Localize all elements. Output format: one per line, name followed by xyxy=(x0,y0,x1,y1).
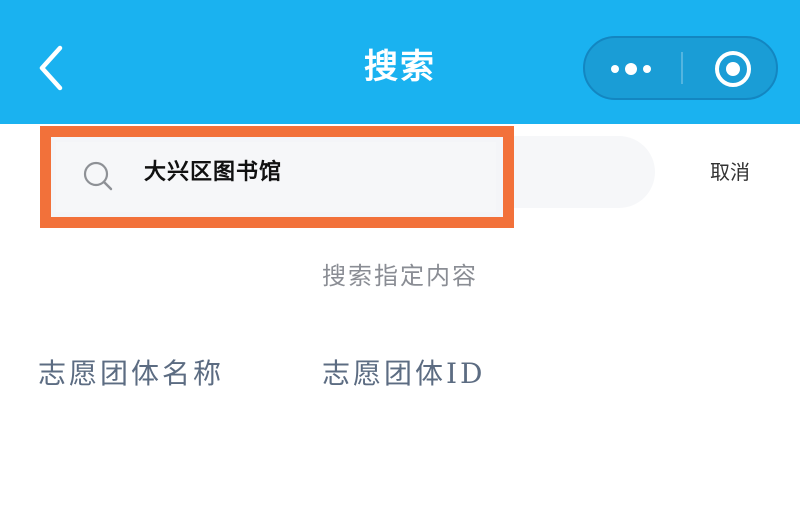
close-button[interactable] xyxy=(683,38,778,98)
search-page: 搜索 大兴区图书馆 取消 搜索指定内容 志愿团体名称 志愿团体ID xyxy=(0,0,800,513)
option-volunteer-group-name[interactable]: 志愿团体名称 xyxy=(38,354,224,394)
more-button[interactable] xyxy=(585,38,681,98)
search-query-text: 大兴区图书馆 xyxy=(144,159,283,185)
target-circle-icon xyxy=(715,51,751,87)
option-volunteer-group-id[interactable]: 志愿团体ID xyxy=(322,354,486,394)
more-dots-icon xyxy=(611,63,651,75)
search-hint: 搜索指定内容 xyxy=(322,262,478,290)
nav-header: 搜索 xyxy=(0,0,800,124)
mini-program-capsule xyxy=(583,36,778,100)
search-icon xyxy=(83,161,113,191)
cancel-button[interactable]: 取消 xyxy=(700,154,760,190)
